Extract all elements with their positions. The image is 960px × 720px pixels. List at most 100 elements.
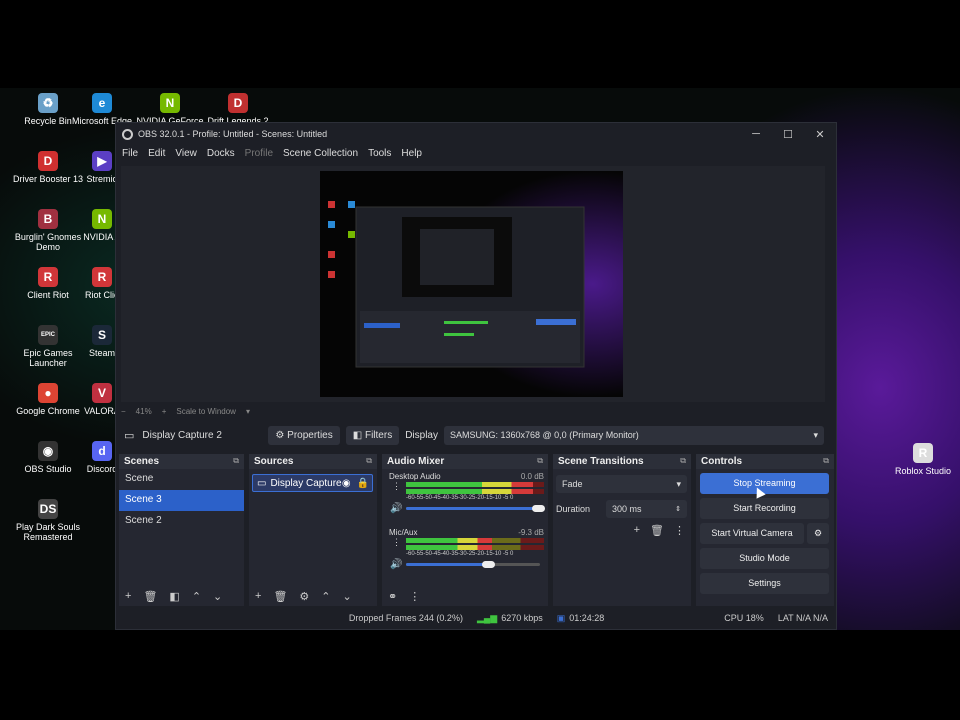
dock-float-icon[interactable]: ⧉ xyxy=(680,456,686,466)
display-select[interactable]: SAMSUNG: 1360x768 @ 0,0 (Primary Monitor… xyxy=(444,425,824,445)
latency: LAT N/A N/A xyxy=(777,613,828,623)
level-meter xyxy=(406,545,544,550)
stop-streaming-button[interactable]: Stop Streaming xyxy=(700,473,829,494)
volume-slider-handle[interactable] xyxy=(482,561,496,568)
menu-file[interactable]: File xyxy=(122,148,138,159)
lock-icon[interactable]: 🔒 xyxy=(357,478,369,489)
transition-select-value: Fade xyxy=(562,479,583,489)
desktop-icon[interactable]: R Roblox Studio xyxy=(885,443,960,476)
desktop-icon-label: Client Riot xyxy=(27,290,69,300)
obs-logo-icon xyxy=(122,128,133,140)
menu-tools[interactable]: Tools xyxy=(368,148,391,159)
controls-title: Controls xyxy=(701,456,743,467)
dock-float-icon[interactable]: ⧉ xyxy=(537,456,543,466)
app-icon: N xyxy=(160,93,180,113)
kebab-menu-icon[interactable]: ⋮ xyxy=(392,537,401,548)
kebab-menu-icon[interactable]: ⋮ xyxy=(409,590,420,603)
properties-button[interactable]: ⚙ Properties xyxy=(268,425,340,445)
mixer-channel: Mic/Aux -9.3 dB ⋮ -60-55-50-45-40-35-30-2… xyxy=(382,525,548,581)
dock-float-icon[interactable]: ⧉ xyxy=(823,456,829,466)
close-icon[interactable]: ✕ xyxy=(804,128,836,141)
app-icon: V xyxy=(92,383,112,403)
move-up-icon[interactable]: ⌃ xyxy=(321,590,330,603)
menu-scene-collection[interactable]: Scene Collection xyxy=(283,148,358,159)
settings-button[interactable]: Settings xyxy=(700,573,829,594)
volume-slider-handle[interactable] xyxy=(531,505,545,512)
meter-scale: -60-55-50-45-40-35-30-25-20-15-10 -5 0 xyxy=(406,551,514,557)
scene-transitions-header: Scene Transitions ⧉ xyxy=(553,454,691,469)
status-bar: Dropped Frames 244 (0.2%) ▂▄▆ 6270 kbps … xyxy=(116,608,836,628)
add-transition-icon[interactable]: + xyxy=(634,524,640,537)
minimize-icon[interactable]: ─ xyxy=(740,128,772,141)
preview-canvas[interactable] xyxy=(320,171,623,397)
trash-icon[interactable]: 🗑 xyxy=(143,590,157,603)
move-up-icon[interactable]: ⌃ xyxy=(192,590,201,603)
sources-toolbar: + 🗑 ⚙ ⌃ ⌄ xyxy=(249,586,377,606)
spin-arrows-icon: ⇕ xyxy=(675,506,681,513)
scene-item[interactable]: Scene 2 xyxy=(119,511,244,532)
trash-icon[interactable]: 🗑 xyxy=(273,590,287,603)
scale-mode-select[interactable]: Scale to Window xyxy=(176,407,236,416)
level-meter-fill xyxy=(406,489,533,494)
app-icon: R xyxy=(38,267,58,287)
app-icon: D xyxy=(228,93,248,113)
menu-docks[interactable]: Docks xyxy=(207,148,235,159)
sources-title: Sources xyxy=(254,456,294,467)
dock-float-icon[interactable]: ⧉ xyxy=(366,456,372,466)
virtual-camera-settings-icon[interactable]: ⚙ xyxy=(807,523,829,544)
zoom-in-button[interactable]: + xyxy=(162,407,167,416)
display-label: Display xyxy=(405,429,438,441)
scene-item[interactable]: Scene xyxy=(119,469,244,490)
zoom-out-button[interactable]: − xyxy=(121,407,126,416)
kebab-menu-icon[interactable]: ⋮ xyxy=(674,524,685,537)
menu-edit[interactable]: Edit xyxy=(148,148,165,159)
filters-label: Filters xyxy=(364,429,393,441)
filter-icon: ◧ xyxy=(352,429,365,441)
channel-db: -9.3 dB xyxy=(518,528,544,537)
move-down-icon[interactable]: ⌄ xyxy=(343,590,352,603)
link-icon[interactable]: ⚭ xyxy=(388,590,397,603)
app-icon: d xyxy=(92,441,112,461)
app-icon: ● xyxy=(38,383,58,403)
chevron-down-icon: ▾ xyxy=(813,429,818,440)
controls-dock: Controls ⧉ Stop Streaming Start Recording… xyxy=(696,454,834,606)
filter-icon[interactable]: ◧ xyxy=(169,590,179,603)
move-down-icon[interactable]: ⌄ xyxy=(213,590,222,603)
speaker-icon[interactable]: 🔊 xyxy=(390,559,402,570)
preview-area[interactable] xyxy=(121,166,825,402)
eye-icon[interactable]: ◉ xyxy=(342,478,351,489)
add-scene-icon[interactable]: + xyxy=(125,590,131,602)
transition-select[interactable]: Fade ▾ xyxy=(556,475,687,493)
source-item[interactable]: ▭ Display Capture ◉ 🔒 xyxy=(252,474,373,492)
audio-mixer-dock: Audio Mixer ⧉ Desktop Audio 0.0 dB ⋮ -60-5… xyxy=(382,454,548,606)
studio-mode-button[interactable]: Studio Mode xyxy=(700,548,829,569)
duration-spinbox[interactable]: 300 ms ⇕ xyxy=(606,500,687,518)
start-recording-button[interactable]: Start Recording xyxy=(700,498,829,519)
level-meter-fill xyxy=(406,482,533,487)
app-icon: e xyxy=(92,93,112,113)
gear-icon[interactable]: ⚙ xyxy=(299,590,309,603)
maximize-icon[interactable]: ☐ xyxy=(772,128,804,141)
start-virtual-camera-button[interactable]: Start Virtual Camera xyxy=(700,523,804,544)
kebab-menu-icon[interactable]: ⋮ xyxy=(392,481,401,492)
dock-float-icon[interactable]: ⧉ xyxy=(233,456,239,466)
scenes-dock-header: Scenes ⧉ xyxy=(119,454,244,469)
properties-label: Properties xyxy=(287,429,333,441)
audio-mixer-title: Audio Mixer xyxy=(387,456,445,467)
mixer-toolbar: ⚭ ⋮ xyxy=(382,586,548,606)
menu-profile[interactable]: Profile xyxy=(245,148,273,159)
speaker-icon[interactable]: 🔊 xyxy=(390,503,402,514)
stream-status-icon: ▣ xyxy=(556,612,566,623)
menu-help[interactable]: Help xyxy=(401,148,422,159)
desktop-icon[interactable]: DS Play Dark Souls Remastered xyxy=(10,499,86,542)
level-meter xyxy=(406,538,544,543)
level-meter-fill xyxy=(406,538,492,543)
menu-view[interactable]: View xyxy=(175,148,197,159)
chevron-down-icon[interactable]: ▾ xyxy=(246,407,250,416)
monitor-icon: ▭ xyxy=(257,477,267,489)
audio-mixer-header: Audio Mixer ⧉ xyxy=(382,454,548,469)
filters-button[interactable]: ◧ Filters xyxy=(345,425,400,445)
trash-icon[interactable]: 🗑 xyxy=(650,524,664,537)
scene-item-selected[interactable]: Scene 3 xyxy=(119,490,244,511)
add-source-icon[interactable]: + xyxy=(255,590,261,602)
